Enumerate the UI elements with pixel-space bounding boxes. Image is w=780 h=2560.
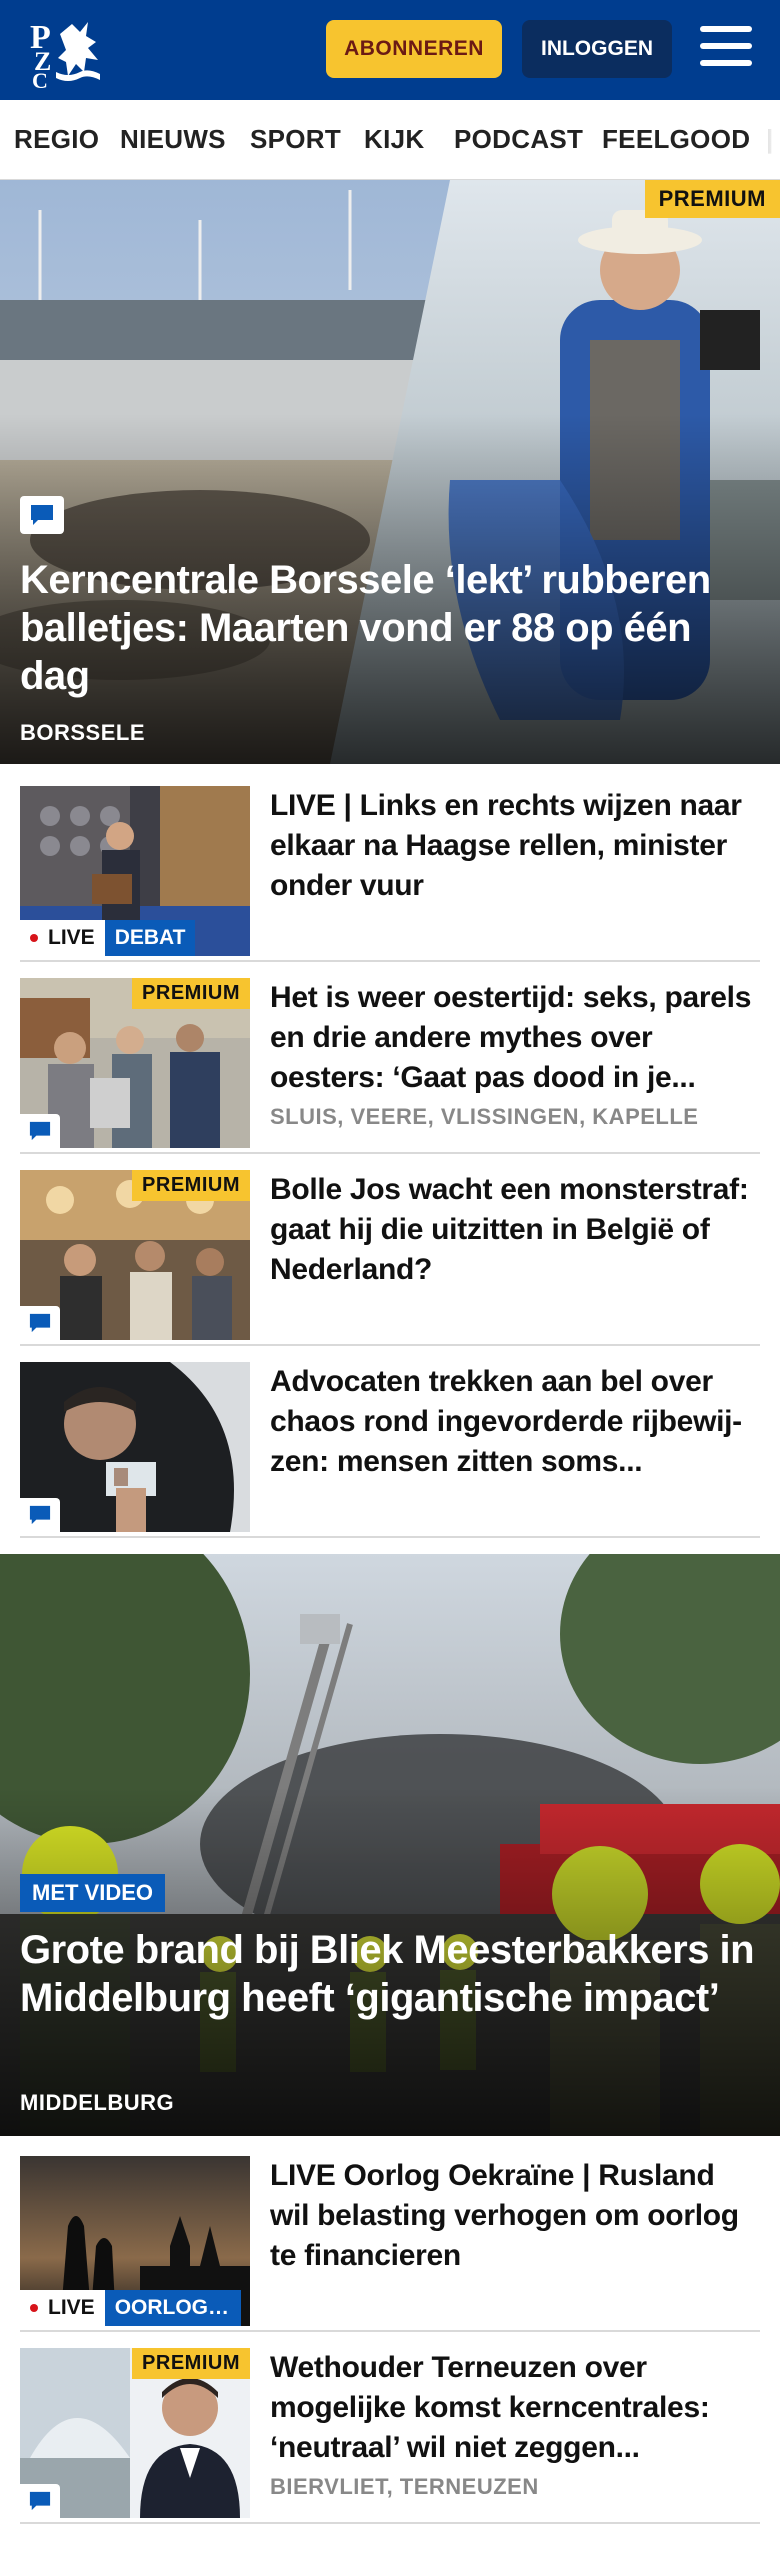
hero-title[interactable]: Kerncentrale Borssele ‘lekt’ rubberen ba… bbox=[20, 556, 760, 700]
article-thumbnail: PREMIUM bbox=[20, 978, 250, 1148]
article-thumbnail: LIVE OORLOG IN OEKRAÏNE bbox=[20, 2156, 250, 2326]
article-location: SLUIS, VEERE, VLISSINGEN, KAPELLE bbox=[270, 1104, 699, 1129]
article-title[interactable]: LIVE | Links en rechts wijzen naar elkaa… bbox=[270, 786, 760, 906]
category-tag: DEBAT bbox=[104, 920, 196, 956]
premium-badge: PREMIUM bbox=[132, 1170, 250, 1201]
premium-badge: PREMIUM bbox=[132, 978, 250, 1009]
live-tag: LIVE bbox=[20, 2290, 105, 2326]
video-badge: MET VIDEO bbox=[20, 1874, 166, 1912]
list-item[interactable]: LIVE OORLOG IN OEKRAÏNE LIVE Oorlog Oekr… bbox=[20, 2156, 760, 2332]
live-dot-icon bbox=[30, 934, 38, 942]
nav-item-sport[interactable]: SPORT bbox=[250, 124, 341, 155]
live-strip: LIVE OORLOG IN OEKRAÏNE bbox=[20, 2290, 241, 2326]
list-item[interactable]: PREMIUM Het is weer oestertijd: seks, pa… bbox=[20, 978, 760, 1154]
list-item[interactable]: PREMIUM Wethouder Terneuzen over mogelij… bbox=[20, 2348, 760, 2524]
hero-article-borssele[interactable]: PREMIUM Kerncentrale Borssele ‘lekt’ rub… bbox=[0, 180, 780, 764]
list-item[interactable]: Advocaten trekken aan bel over chaos ron… bbox=[20, 1362, 760, 1538]
live-strip: LIVE DEBAT bbox=[20, 920, 196, 956]
hero-title[interactable]: Grote brand bij Bliek Meesterbakkers in … bbox=[20, 1926, 760, 2022]
article-title[interactable]: Wethouder Terneuzen over mogelijke komst… bbox=[270, 2348, 760, 2468]
comment-icon bbox=[20, 496, 64, 534]
live-dot-icon bbox=[30, 2304, 38, 2312]
article-location: BIERVLIET, TERNEUZEN bbox=[270, 2474, 539, 2499]
comment-icon bbox=[20, 2484, 60, 2518]
article-thumbnail: LIVE DEBAT bbox=[20, 786, 250, 956]
nav-item-kijk[interactable]: KIJK bbox=[364, 124, 424, 155]
login-button[interactable]: INLOGGEN bbox=[522, 20, 672, 78]
pzc-logo[interactable]: P Z C bbox=[28, 14, 108, 93]
nav-item-nieuws[interactable]: NIEUWS bbox=[120, 124, 226, 155]
nav-fade bbox=[750, 100, 780, 179]
hero-article-middelburg[interactable]: MET VIDEO Grote brand bij Bliek Meesterb… bbox=[0, 1554, 780, 2136]
article-thumbnail bbox=[20, 1362, 250, 1532]
article-title[interactable]: Bolle Jos wacht een monster­straf: gaat … bbox=[270, 1170, 760, 1290]
live-tag: LIVE bbox=[20, 920, 105, 956]
subscribe-button[interactable]: ABONNEREN bbox=[326, 20, 502, 78]
comment-icon bbox=[20, 1306, 60, 1340]
site-header: P Z C ABONNEREN INLOGGEN bbox=[0, 0, 780, 100]
article-thumbnail: PREMIUM bbox=[20, 1170, 250, 1340]
hero-location: MIDDELBURG bbox=[20, 2090, 175, 2115]
category-tag: OORLOG IN OEKRAÏNE bbox=[104, 2290, 241, 2326]
hamburger-menu-icon[interactable] bbox=[700, 26, 752, 70]
premium-badge: PREMIUM bbox=[132, 2348, 250, 2379]
premium-badge: PREMIUM bbox=[644, 180, 780, 218]
article-thumbnail: PREMIUM bbox=[20, 2348, 250, 2518]
article-title[interactable]: Advocaten trekken aan bel over chaos ron… bbox=[270, 1362, 760, 1482]
section-nav: REGIO NIEUWS SPORT KIJK PODCAST FEELGOOD… bbox=[0, 100, 780, 180]
comment-icon bbox=[20, 1114, 60, 1148]
comment-icon bbox=[20, 1498, 60, 1532]
article-title[interactable]: Het is weer oestertijd: seks, parels en … bbox=[270, 978, 760, 1098]
list-item[interactable]: LIVE DEBAT LIVE | Links en rechts wijzen… bbox=[20, 786, 760, 962]
nav-item-regio[interactable]: REGIO bbox=[14, 124, 99, 155]
nav-item-podcast[interactable]: PODCAST bbox=[454, 124, 583, 155]
list-item[interactable]: PREMIUM Bolle Jos wacht een monster­stra… bbox=[20, 1170, 760, 1346]
article-title[interactable]: LIVE Oorlog Oekraïne | Rusland wil belas… bbox=[270, 2156, 760, 2276]
hero-location: BORSSELE bbox=[20, 720, 146, 745]
svg-text:C: C bbox=[32, 68, 48, 88]
nav-item-feelgood[interactable]: FEELGOOD bbox=[602, 124, 750, 155]
